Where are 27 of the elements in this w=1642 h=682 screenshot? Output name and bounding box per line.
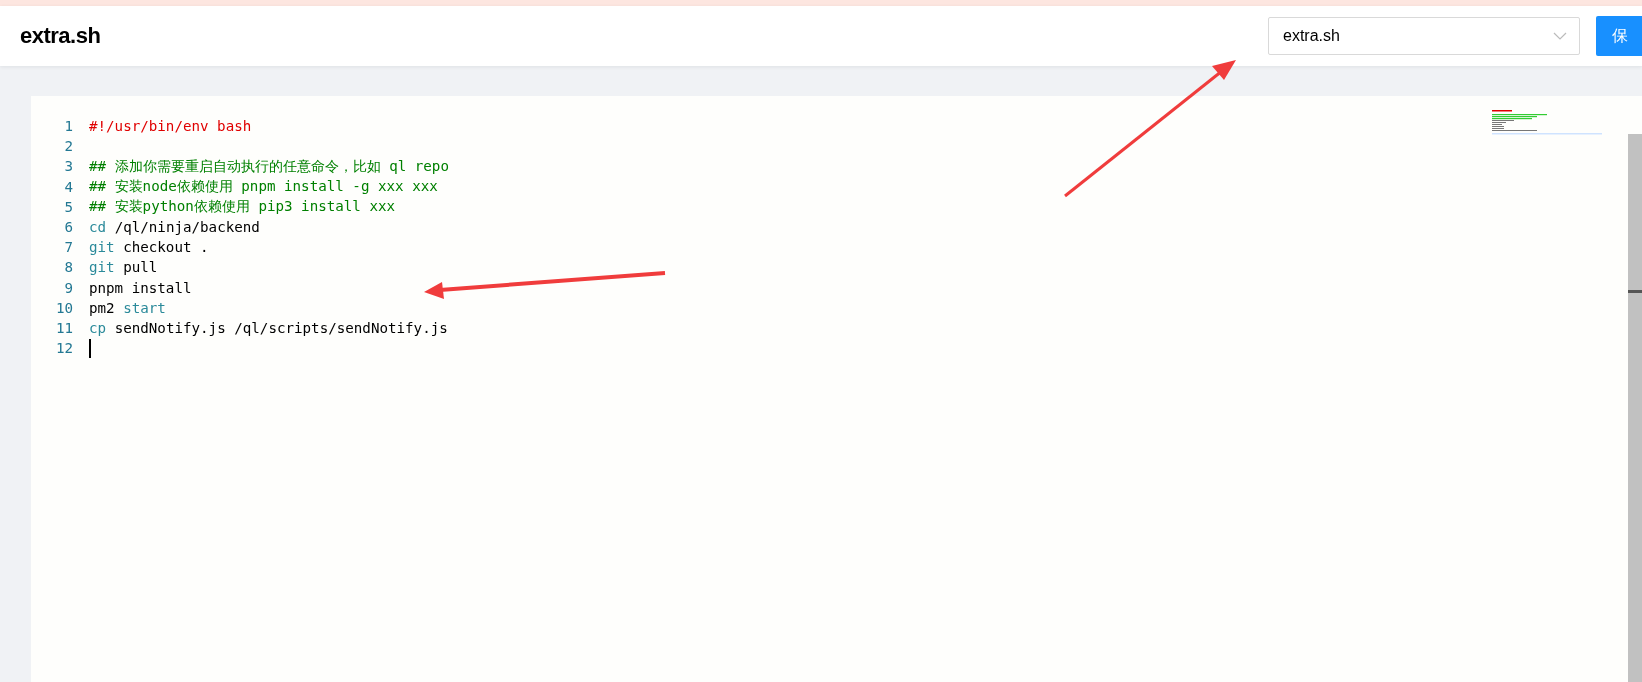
line-number: 1 [63,118,74,135]
line-number: 8 [63,259,74,276]
code-line: pnpm install [89,279,192,296]
line-number: 5 [63,198,74,215]
code-editor[interactable] [31,96,1642,682]
code-line: cp sendNotify.js /ql/scripts/sendNotify.js [89,319,448,336]
line-number: 2 [63,138,74,155]
code-line: ## 安装python依赖使用 pip3 install xxx [89,197,396,217]
chevron-down-icon [1553,32,1567,40]
code-line: ## 添加你需要重启自动执行的任意命令，比如 ql repo [89,156,449,176]
line-number: 7 [63,239,74,256]
line-number: 6 [63,219,74,236]
line-number: 4 [63,178,74,195]
line-number: 9 [63,279,74,296]
code-line: #!/usr/bin/env bash [89,118,252,135]
file-select[interactable]: extra.sh [1268,17,1580,55]
line-number: 12 [54,340,74,357]
code-line: cd /ql/ninja/backend [89,219,260,236]
page-title: extra.sh [20,23,102,49]
scrollbar[interactable] [1628,134,1642,682]
code-line: ## 安装node依赖使用 pnpm install -g xxx xxx [89,177,438,197]
line-number: 10 [54,299,74,316]
line-number: 11 [54,319,74,336]
code-line: git checkout . [89,239,209,256]
line-number: 3 [63,158,74,175]
code-line: git pull [89,259,158,276]
code-line: pm2 start [89,299,166,316]
